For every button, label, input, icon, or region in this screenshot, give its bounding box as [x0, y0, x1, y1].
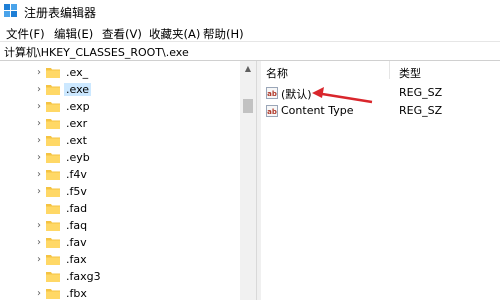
chevron-right-icon[interactable]: › [34, 186, 44, 198]
tree-item[interactable]: › .f4v [0, 166, 240, 184]
tree-item[interactable]: .fad [0, 200, 240, 218]
chevron-right-icon[interactable]: › [34, 101, 44, 113]
annotation-arrow-icon [312, 87, 373, 104]
menu-file[interactable]: 文件(F) [6, 26, 45, 42]
tree-item[interactable]: › .fbx [0, 285, 240, 300]
tree-item-label: .ext [66, 134, 87, 147]
tree-item-label: .eyb [66, 151, 90, 164]
chevron-right-icon[interactable]: › [34, 220, 44, 232]
folder-icon [46, 204, 60, 214]
address-path[interactable]: 计算机\HKEY_CLASSES_ROOT\.exe [4, 44, 189, 60]
tree-item[interactable]: › .exe [0, 81, 240, 99]
folder-icon [46, 170, 60, 180]
tree-item-label: .exe [64, 83, 92, 96]
tree-item[interactable]: › .eyb [0, 149, 240, 167]
tree-item-label: .f4v [66, 168, 87, 181]
tree-item[interactable]: › .fav [0, 234, 240, 252]
tree-item[interactable]: › .f5v [0, 183, 240, 201]
folder-icon [46, 119, 60, 129]
chevron-right-icon[interactable]: › [34, 152, 44, 164]
tree-item-label: .exr [66, 117, 88, 130]
tree-item-label: .fbx [66, 287, 87, 300]
folder-icon [46, 153, 60, 163]
folder-icon [46, 221, 60, 231]
folder-icon [46, 85, 60, 95]
menu-bar: 文件(F) 编辑(E) 查看(V) 收藏夹(A) 帮助(H) [0, 24, 500, 42]
string-value-icon: ab [266, 105, 278, 117]
tree-item-label: .fav [66, 236, 87, 249]
chevron-right-icon[interactable]: › [34, 288, 44, 300]
folder-icon [46, 187, 60, 197]
tree-item-label: .exp [66, 100, 90, 113]
tree-item[interactable]: › .exr [0, 115, 240, 133]
folder-icon [46, 238, 60, 248]
string-value-icon: ab [266, 87, 278, 99]
folder-icon [46, 102, 60, 112]
tree-item[interactable]: › .faq [0, 217, 240, 235]
tree-item-label: .fax [66, 253, 87, 266]
menu-edit[interactable]: 编辑(E) [54, 26, 93, 42]
folder-icon [46, 68, 60, 78]
chevron-right-icon[interactable]: › [34, 135, 44, 147]
column-header-name[interactable]: 名称 [266, 65, 288, 81]
column-header-type[interactable]: 类型 [399, 65, 421, 81]
folder-icon [46, 272, 60, 282]
chevron-right-icon[interactable]: › [34, 67, 44, 79]
tree-scrollbar[interactable]: ▲ [240, 61, 256, 300]
value-type: REG_SZ [399, 86, 443, 99]
tree-item-label: .faxg3 [66, 270, 101, 283]
regedit-icon [4, 4, 17, 17]
folder-icon [46, 255, 60, 265]
chevron-right-icon[interactable]: › [34, 118, 44, 130]
folder-icon [46, 289, 60, 299]
column-divider[interactable] [389, 61, 390, 79]
title-bar: 注册表编辑器 [0, 0, 500, 22]
tree-item-label: .ex_ [66, 66, 89, 79]
address-bar[interactable]: 计算机\HKEY_CLASSES_ROOT\.exe [0, 42, 500, 60]
tree-item[interactable]: › .exp [0, 98, 240, 116]
folder-icon [46, 136, 60, 146]
key-tree: › .ex_ › .exe › .exp › .exr › .ext › .eyb › .f4v › .f5v… [0, 61, 256, 300]
tree-item-label: .f5v [66, 185, 87, 198]
tree-item[interactable]: › .fax [0, 251, 240, 269]
tree-item[interactable]: › .ext [0, 132, 240, 150]
menu-help[interactable]: 帮助(H) [203, 26, 244, 42]
value-type: REG_SZ [399, 104, 443, 117]
tree-item[interactable]: .faxg3 [0, 268, 240, 286]
menu-view[interactable]: 查看(V) [102, 26, 142, 42]
tree-item-label: .fad [66, 202, 88, 215]
chevron-right-icon[interactable]: › [34, 84, 44, 96]
tree-item-label: .faq [66, 219, 88, 232]
chevron-right-icon[interactable]: › [34, 169, 44, 181]
chevron-right-icon[interactable]: › [34, 237, 44, 249]
chevron-right-icon[interactable]: › [34, 254, 44, 266]
tree-item[interactable]: › .ex_ [0, 64, 240, 82]
menu-favorites[interactable]: 收藏夹(A) [149, 26, 200, 42]
scrollbar-thumb[interactable] [243, 99, 253, 113]
window-title: 注册表编辑器 [24, 6, 97, 20]
scroll-up-arrow-icon[interactable]: ▲ [240, 61, 256, 77]
